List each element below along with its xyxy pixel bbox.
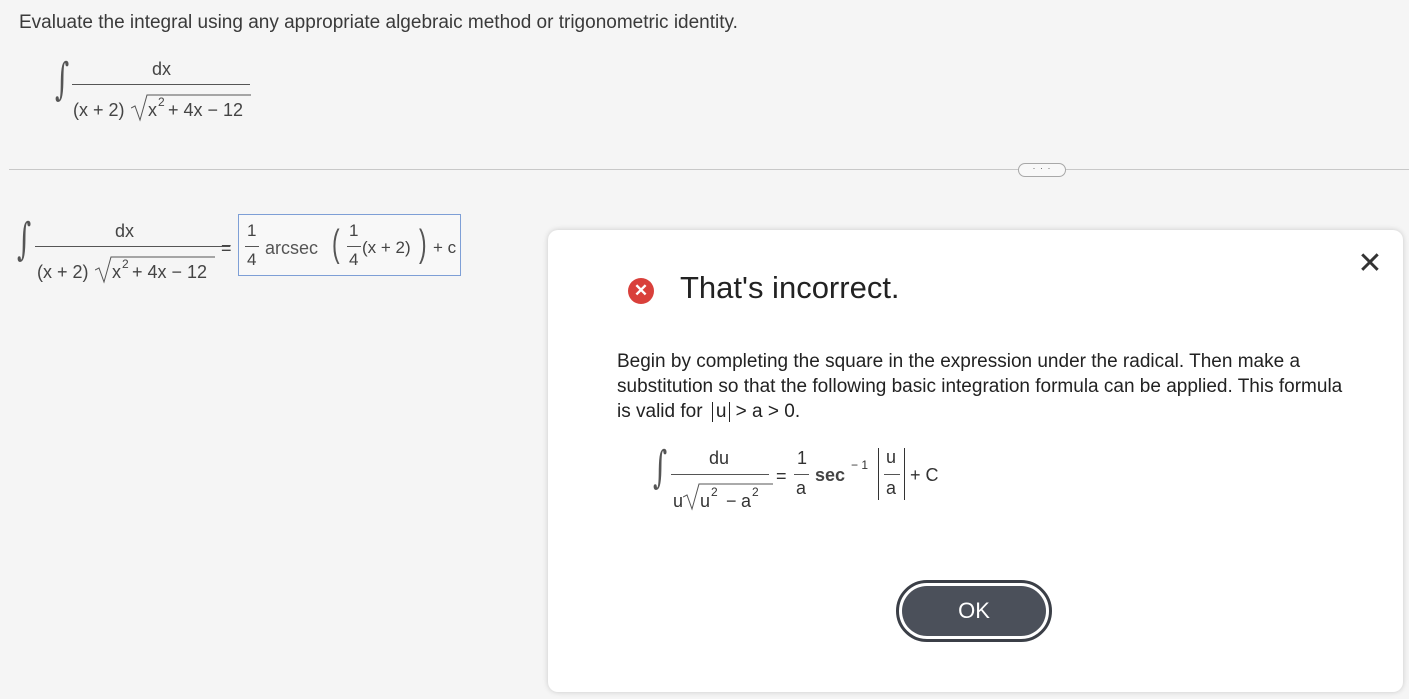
- fraction-bar: [671, 474, 769, 475]
- problem-integral: ∫ dx (x + 2) x 2 + 4x − 12: [55, 58, 255, 128]
- integration-formula: ∫ du u u 2 − a 2 = 1 a sec − 1 u a + C: [653, 440, 1073, 520]
- coef-numerator: 1: [247, 221, 257, 240]
- integral-radicand: x: [148, 100, 157, 120]
- fraction-bar: [72, 84, 250, 85]
- inner-argument: (x + 2): [362, 238, 411, 257]
- condition-rest: > a > 0.: [735, 401, 801, 422]
- fraction-bar: [35, 246, 230, 247]
- integral-numerator: dx: [152, 59, 172, 79]
- close-icon[interactable]: ✕: [1356, 249, 1384, 279]
- integral-radicand: x: [112, 262, 121, 282]
- formula-den-u: u: [673, 491, 684, 511]
- formula-coef-num: 1: [797, 448, 808, 468]
- abs-left-bar: [878, 448, 879, 500]
- inner-coef-numerator: 1: [349, 221, 359, 240]
- integral-sign-icon: ∫: [55, 54, 70, 105]
- formula-coef-den: a: [796, 478, 807, 498]
- formula-exp2: 2: [752, 485, 759, 499]
- integral-exponent: 2: [158, 95, 165, 109]
- right-paren: ): [419, 223, 427, 265]
- integral-numerator: dx: [115, 221, 135, 241]
- ok-button[interactable]: OK: [896, 580, 1052, 642]
- fraction-bar: [347, 246, 361, 247]
- feedback-dialog: ✕ ✕ That's incorrect. Begin by completin…: [548, 230, 1403, 692]
- integral-den-prefix: (x + 2): [37, 262, 89, 282]
- arcsec-label: arcsec: [265, 238, 319, 258]
- status-title: That's incorrect.: [680, 270, 900, 305]
- answer-integral: ∫ dx (x + 2) x 2 + 4x − 12: [17, 214, 230, 288]
- left-paren: (: [332, 223, 340, 265]
- formula-radicand-a: a: [741, 491, 752, 511]
- feedback-text: Begin by completing the square in the ex…: [617, 349, 1347, 424]
- formula-numerator: du: [709, 448, 730, 468]
- fraction-bar: [245, 246, 259, 247]
- formula-equals: =: [776, 466, 787, 486]
- problem-instruction: Evaluate the integral using any appropri…: [19, 12, 738, 33]
- equals-sign: =: [221, 238, 232, 258]
- error-icon: ✕: [628, 278, 654, 304]
- formula-sec: sec: [815, 465, 846, 485]
- ok-button-label: OK: [902, 586, 1046, 636]
- formula-abs-num: u: [886, 447, 897, 467]
- abs-u-value: u: [715, 401, 727, 422]
- formula-inverse-exp: − 1: [851, 458, 869, 472]
- integral-sign-icon: ∫: [17, 214, 32, 265]
- abs-right-bar: [904, 448, 905, 500]
- fraction-bar: [884, 474, 900, 475]
- integral-exponent: 2: [122, 257, 129, 271]
- more-options-button[interactable]: · · ·: [1018, 163, 1066, 177]
- integral-sign-icon: ∫: [653, 442, 668, 493]
- fraction-bar: [794, 474, 809, 475]
- formula-radicand-u: u: [700, 491, 711, 511]
- formula-minus: −: [726, 491, 737, 511]
- constant-term: + c: [433, 238, 457, 257]
- answer-input[interactable]: 1 4 arcsec ( 1 4 (x + 2) ) + c: [238, 214, 461, 276]
- integral-den-rest: + 4x − 12: [168, 100, 244, 120]
- formula-exp1: 2: [711, 485, 718, 499]
- inner-coef-denominator: 4: [349, 250, 359, 269]
- page: Evaluate the integral using any appropri…: [0, 0, 1409, 699]
- integral-den-rest: + 4x − 12: [132, 262, 208, 282]
- formula-abs-den: a: [886, 478, 897, 498]
- coef-denominator: 4: [247, 250, 257, 269]
- integral-den-prefix: (x + 2): [73, 100, 125, 120]
- section-divider: [9, 169, 1409, 170]
- abs-u: u: [711, 401, 731, 422]
- formula-constant: + C: [910, 465, 939, 485]
